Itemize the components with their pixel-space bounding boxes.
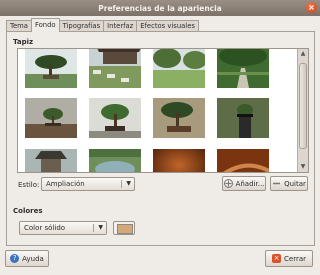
tab-fondo[interactable]: Fondo [30, 18, 60, 32]
dropdown-separator [93, 224, 94, 232]
tab-bar: Tema Fondo Tipografías Interfaz Efectos … [6, 18, 199, 32]
color-mode-dropdown[interactable]: Color sólido ▼ [19, 221, 107, 235]
color-mode-value: Color sólido [24, 224, 66, 232]
brown-texture-wallpaper-icon [153, 149, 205, 172]
chevron-down-icon: ▼ [98, 224, 103, 231]
close-icon: × [272, 254, 281, 263]
color-picker-button[interactable] [113, 221, 135, 235]
add-wallpaper-button[interactable]: Añadir... [222, 176, 266, 191]
wallpaper-thumbnail[interactable] [25, 49, 77, 88]
scroll-down-icon[interactable]: ▼ [298, 162, 308, 172]
gallery-scrollbar[interactable]: ▲ ▼ [297, 49, 308, 172]
help-button-label: Ayuda [22, 254, 44, 263]
bonsai-stand-photo-icon [217, 98, 269, 138]
tab-label: Interfaz [107, 22, 134, 30]
dropdown-separator [121, 180, 122, 188]
bonsai-white-wall-photo-icon [89, 98, 141, 138]
tab-label: Efectos visuales [140, 22, 195, 30]
appearance-preferences-window: Preferencias de la apariencia × Tema Fon… [0, 0, 320, 275]
pavilion-photo-icon [25, 149, 77, 172]
wallpaper-thumbnail[interactable] [89, 49, 141, 88]
tab-label: Fondo [34, 21, 56, 29]
park-path-photo-icon [217, 49, 269, 88]
tab-label: Tipografías [62, 22, 101, 30]
style-dropdown-value: Ampliación [46, 180, 85, 188]
window-close-button[interactable]: × [306, 2, 317, 13]
add-button-label: Añadir... [235, 179, 265, 188]
wallpaper-gallery[interactable]: ▲ ▼ [17, 48, 309, 173]
scrollbar-thumb[interactable] [299, 63, 307, 149]
close-icon: × [308, 3, 315, 12]
remove-wallpaper-button[interactable]: Quitar [270, 176, 308, 191]
garden-pond-photo-icon [89, 149, 141, 172]
help-icon: ? [10, 254, 20, 263]
wallpaper-thumbnail[interactable] [89, 149, 141, 172]
bonsai-photo-icon [25, 49, 77, 88]
style-dropdown[interactable]: Ampliación ▼ [41, 177, 135, 191]
remove-button-label: Quitar [284, 179, 306, 188]
lawn-trees-photo-icon [153, 49, 207, 88]
bonsai-pot-photo-icon [153, 98, 205, 138]
colors-section-title: Colores [13, 207, 43, 215]
add-icon [223, 179, 233, 188]
window-title: Preferencias de la apariencia [98, 3, 222, 13]
color-swatch [117, 224, 133, 234]
scroll-up-icon[interactable]: ▲ [298, 49, 308, 59]
wallpaper-thumbnail[interactable] [25, 98, 77, 138]
remove-icon [273, 182, 281, 185]
wallpaper-thumbnail[interactable] [89, 98, 141, 138]
wallpaper-section-title: Tapiz [13, 38, 34, 46]
wallpaper-thumbnail[interactable] [153, 49, 207, 88]
brown-swirl-wallpaper-icon [217, 149, 270, 172]
style-label: Estilo: [18, 181, 40, 189]
tab-label: Tema [10, 22, 28, 30]
wallpaper-thumbnail[interactable] [217, 98, 269, 138]
close-button-label: Cerrar [284, 254, 306, 263]
bonsai-table-photo-icon [25, 98, 77, 138]
wallpaper-thumbnail[interactable] [25, 149, 77, 172]
wallpaper-thumbnail[interactable] [217, 49, 269, 88]
chevron-down-icon: ▼ [126, 180, 131, 187]
wallpaper-thumbnail[interactable] [153, 98, 205, 138]
japanese-garden-photo-icon [89, 49, 141, 88]
close-button[interactable]: × Cerrar [265, 250, 313, 267]
title-bar[interactable]: Preferencias de la apariencia × [0, 0, 320, 16]
help-button[interactable]: ? Ayuda [5, 250, 49, 267]
wallpaper-thumbnail[interactable] [217, 149, 270, 172]
wallpaper-thumbnail[interactable] [153, 149, 205, 172]
